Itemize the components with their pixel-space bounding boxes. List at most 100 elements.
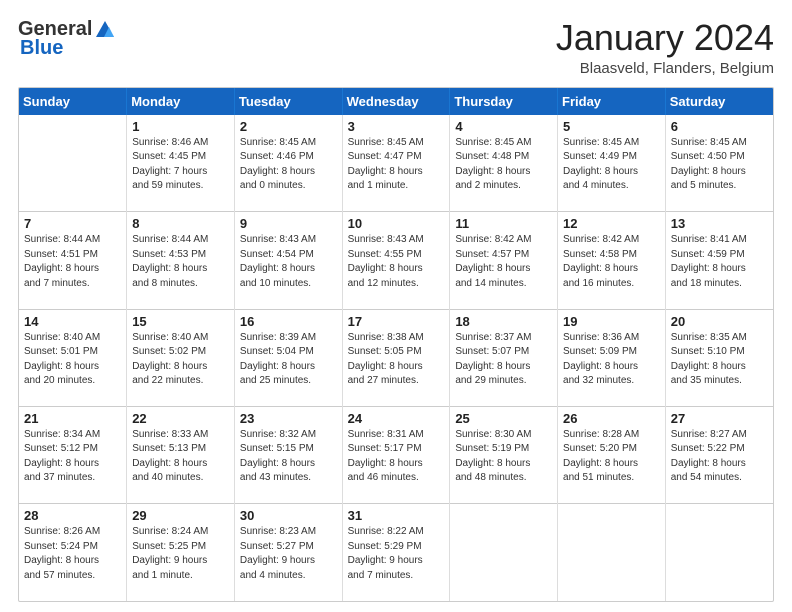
day-number: 8 xyxy=(132,216,229,231)
day-info: Sunrise: 8:28 AM Sunset: 5:20 PM Dayligh… xyxy=(563,428,660,486)
day-info: Sunrise: 8:45 AM Sunset: 4:47 PM Dayligh… xyxy=(348,136,445,194)
day-number: 30 xyxy=(240,508,337,523)
day-info: Sunrise: 8:35 AM Sunset: 5:10 PM Dayligh… xyxy=(671,331,768,389)
calendar: SundayMondayTuesdayWednesdayThursdayFrid… xyxy=(18,87,774,602)
day-number: 5 xyxy=(563,119,660,134)
calendar-cell: 24Sunrise: 8:31 AM Sunset: 5:17 PM Dayli… xyxy=(342,406,450,503)
calendar-week-4: 28 Sunrise: 8:26 AM Sunset: 5:24 PM Dayli… xyxy=(19,504,773,601)
calendar-cell: 18 Sunrise: 8:37 AM Sunset: 5:07 PM Dayli… xyxy=(450,309,558,406)
calendar-cell: 29 Sunrise: 8:24 AM Sunset: 5:25 PM Dayli… xyxy=(127,504,235,601)
day-number: 20 xyxy=(671,314,768,329)
day-number: 15 xyxy=(132,314,229,329)
day-number: 22 xyxy=(132,411,229,426)
calendar-cell: 10 Sunrise: 8:43 AM Sunset: 4:55 PM Dayli… xyxy=(342,212,450,309)
weekday-header-tuesday: Tuesday xyxy=(234,88,342,115)
day-info: Sunrise: 8:34 AM Sunset: 5:12 PM Dayligh… xyxy=(24,428,121,486)
day-number: 25 xyxy=(455,411,552,426)
calendar-cell: 20 Sunrise: 8:35 AM Sunset: 5:10 PM Dayli… xyxy=(665,309,773,406)
calendar-cell: 17Sunrise: 8:38 AM Sunset: 5:05 PM Dayli… xyxy=(342,309,450,406)
calendar-header: SundayMondayTuesdayWednesdayThursdayFrid… xyxy=(19,88,773,115)
calendar-cell: 15 Sunrise: 8:40 AM Sunset: 5:02 PM Dayli… xyxy=(127,309,235,406)
calendar-week-0: 1 Sunrise: 8:46 AM Sunset: 4:45 PM Daylig… xyxy=(19,115,773,212)
day-info: Sunrise: 8:37 AM Sunset: 5:07 PM Dayligh… xyxy=(455,331,552,389)
day-number: 1 xyxy=(132,119,229,134)
calendar-body: 1 Sunrise: 8:46 AM Sunset: 4:45 PM Daylig… xyxy=(19,115,773,601)
day-number: 7 xyxy=(24,216,121,231)
calendar-cell: 5 Sunrise: 8:45 AM Sunset: 4:49 PM Daylig… xyxy=(558,115,666,212)
day-info: Sunrise: 8:45 AM Sunset: 4:49 PM Dayligh… xyxy=(563,136,660,194)
calendar-cell: 9Sunrise: 8:43 AM Sunset: 4:54 PM Daylig… xyxy=(234,212,342,309)
calendar-cell: 1 Sunrise: 8:46 AM Sunset: 4:45 PM Daylig… xyxy=(127,115,235,212)
day-info: Sunrise: 8:46 AM Sunset: 4:45 PM Dayligh… xyxy=(132,136,229,194)
calendar-cell: 23Sunrise: 8:32 AM Sunset: 5:15 PM Dayli… xyxy=(234,406,342,503)
day-number: 4 xyxy=(455,119,552,134)
day-number: 26 xyxy=(563,411,660,426)
day-number: 28 xyxy=(24,508,121,523)
logo-icon xyxy=(94,19,116,41)
day-number: 2 xyxy=(240,119,337,134)
weekday-header-wednesday: Wednesday xyxy=(342,88,450,115)
day-number: 21 xyxy=(24,411,121,426)
weekday-header-monday: Monday xyxy=(127,88,235,115)
calendar-cell: 8Sunrise: 8:44 AM Sunset: 4:53 PM Daylig… xyxy=(127,212,235,309)
day-number: 13 xyxy=(671,216,768,231)
day-number: 11 xyxy=(455,216,552,231)
day-info: Sunrise: 8:36 AM Sunset: 5:09 PM Dayligh… xyxy=(563,331,660,389)
day-number: 19 xyxy=(563,314,660,329)
day-number: 3 xyxy=(348,119,445,134)
calendar-cell: 21 Sunrise: 8:34 AM Sunset: 5:12 PM Dayli… xyxy=(19,406,127,503)
calendar-cell: 16 Sunrise: 8:39 AM Sunset: 5:04 PM Dayli… xyxy=(234,309,342,406)
day-info: Sunrise: 8:41 AM Sunset: 4:59 PM Dayligh… xyxy=(671,233,768,291)
logo: General Blue xyxy=(18,18,116,60)
calendar-cell: 31Sunrise: 8:22 AM Sunset: 5:29 PM Dayli… xyxy=(342,504,450,601)
title-block: January 2024 Blaasveld, Flanders, Belgiu… xyxy=(556,18,774,77)
day-number: 18 xyxy=(455,314,552,329)
calendar-cell: 6Sunrise: 8:45 AM Sunset: 4:50 PM Daylig… xyxy=(665,115,773,212)
day-info: Sunrise: 8:22 AM Sunset: 5:29 PM Dayligh… xyxy=(348,525,445,583)
day-info: Sunrise: 8:45 AM Sunset: 4:48 PM Dayligh… xyxy=(455,136,552,194)
day-number: 12 xyxy=(563,216,660,231)
day-number: 17 xyxy=(348,314,445,329)
location: Blaasveld, Flanders, Belgium xyxy=(556,60,774,77)
day-number: 14 xyxy=(24,314,121,329)
day-info: Sunrise: 8:42 AM Sunset: 4:58 PM Dayligh… xyxy=(563,233,660,291)
weekday-header-friday: Friday xyxy=(558,88,666,115)
day-number: 24 xyxy=(348,411,445,426)
day-number: 9 xyxy=(240,216,337,231)
day-info: Sunrise: 8:24 AM Sunset: 5:25 PM Dayligh… xyxy=(132,525,229,583)
calendar-cell: 26 Sunrise: 8:28 AM Sunset: 5:20 PM Dayli… xyxy=(558,406,666,503)
day-info: Sunrise: 8:26 AM Sunset: 5:24 PM Dayligh… xyxy=(24,525,121,583)
day-info: Sunrise: 8:30 AM Sunset: 5:19 PM Dayligh… xyxy=(455,428,552,486)
calendar-cell xyxy=(19,115,127,212)
weekday-header-sunday: Sunday xyxy=(19,88,127,115)
day-number: 10 xyxy=(348,216,445,231)
day-info: Sunrise: 8:45 AM Sunset: 4:46 PM Dayligh… xyxy=(240,136,337,194)
day-info: Sunrise: 8:43 AM Sunset: 4:55 PM Dayligh… xyxy=(348,233,445,291)
month-title: January 2024 xyxy=(556,18,774,58)
calendar-cell: 2 Sunrise: 8:45 AM Sunset: 4:46 PM Daylig… xyxy=(234,115,342,212)
calendar-cell: 11Sunrise: 8:42 AM Sunset: 4:57 PM Dayli… xyxy=(450,212,558,309)
day-info: Sunrise: 8:33 AM Sunset: 5:13 PM Dayligh… xyxy=(132,428,229,486)
day-number: 16 xyxy=(240,314,337,329)
day-info: Sunrise: 8:40 AM Sunset: 5:02 PM Dayligh… xyxy=(132,331,229,389)
day-number: 27 xyxy=(671,411,768,426)
day-number: 6 xyxy=(671,119,768,134)
calendar-week-3: 21 Sunrise: 8:34 AM Sunset: 5:12 PM Dayli… xyxy=(19,406,773,503)
day-info: Sunrise: 8:32 AM Sunset: 5:15 PM Dayligh… xyxy=(240,428,337,486)
calendar-table: SundayMondayTuesdayWednesdayThursdayFrid… xyxy=(19,88,773,601)
header-row: SundayMondayTuesdayWednesdayThursdayFrid… xyxy=(19,88,773,115)
calendar-cell: 30 Sunrise: 8:23 AM Sunset: 5:27 PM Dayli… xyxy=(234,504,342,601)
day-info: Sunrise: 8:23 AM Sunset: 5:27 PM Dayligh… xyxy=(240,525,337,583)
calendar-week-1: 7 Sunrise: 8:44 AM Sunset: 4:51 PM Daylig… xyxy=(19,212,773,309)
calendar-cell: 28 Sunrise: 8:26 AM Sunset: 5:24 PM Dayli… xyxy=(19,504,127,601)
calendar-cell xyxy=(450,504,558,601)
day-info: Sunrise: 8:44 AM Sunset: 4:51 PM Dayligh… xyxy=(24,233,121,291)
logo-blue-text: Blue xyxy=(20,37,63,60)
day-number: 29 xyxy=(132,508,229,523)
day-info: Sunrise: 8:39 AM Sunset: 5:04 PM Dayligh… xyxy=(240,331,337,389)
day-info: Sunrise: 8:27 AM Sunset: 5:22 PM Dayligh… xyxy=(671,428,768,486)
calendar-cell: 3 Sunrise: 8:45 AM Sunset: 4:47 PM Daylig… xyxy=(342,115,450,212)
calendar-cell xyxy=(665,504,773,601)
calendar-cell xyxy=(558,504,666,601)
calendar-cell: 25 Sunrise: 8:30 AM Sunset: 5:19 PM Dayli… xyxy=(450,406,558,503)
